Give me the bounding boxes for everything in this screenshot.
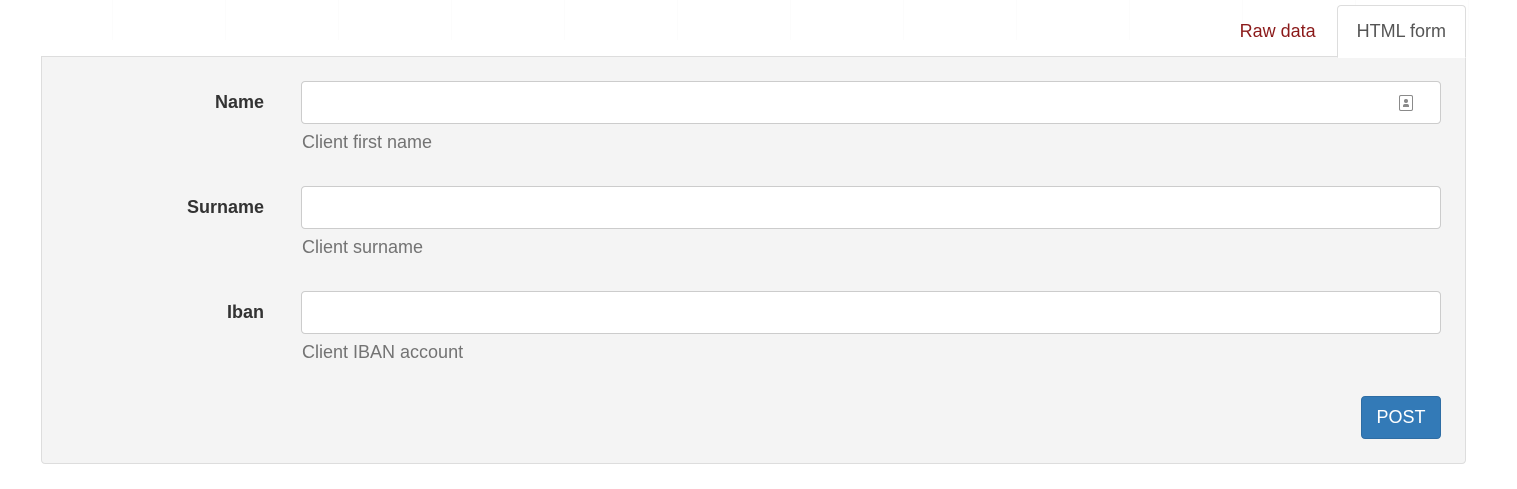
name-input[interactable] — [301, 81, 1441, 124]
page: Raw data HTML form Name Client first nam… — [0, 0, 1517, 489]
name-help-text: Client first name — [302, 132, 433, 152]
name-label: Name — [214, 92, 264, 112]
surname-help-text: Client surname — [302, 237, 424, 257]
iban-label: Iban — [226, 302, 264, 322]
content-type-tabs: Raw data HTML form — [1221, 5, 1466, 58]
tab-raw-data[interactable]: Raw data — [1221, 6, 1335, 57]
iban-input[interactable] — [301, 291, 1441, 334]
html-form-panel: Name Client first name Surname Client su… — [41, 56, 1466, 464]
surname-input[interactable] — [301, 186, 1441, 229]
contact-card-icon[interactable] — [1399, 95, 1413, 111]
post-button[interactable]: POST — [1361, 396, 1441, 439]
surname-label: Surname — [186, 197, 264, 217]
tab-html-form[interactable]: HTML form — [1336, 5, 1466, 58]
iban-help-text: Client IBAN account — [302, 342, 464, 362]
